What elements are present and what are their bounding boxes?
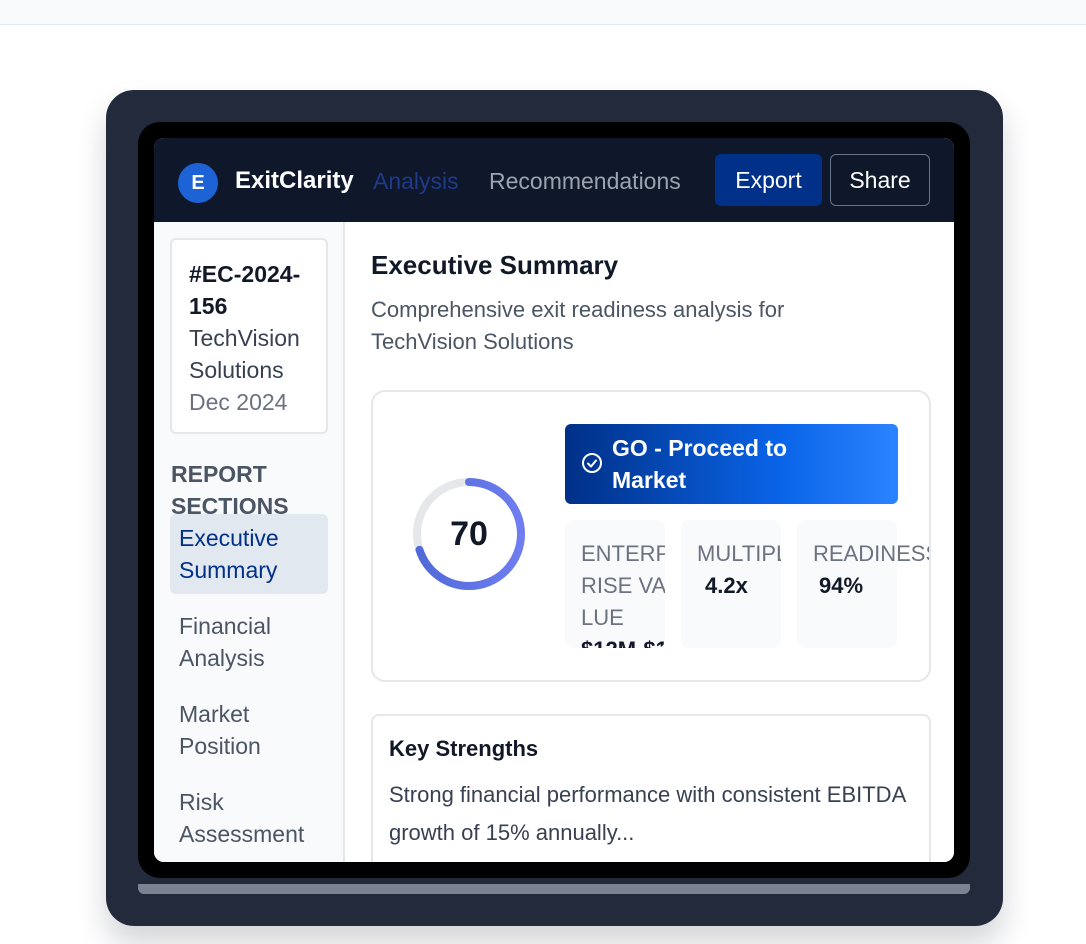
case-date: Dec 2024 bbox=[189, 389, 288, 415]
strengths-title: Key Strengths bbox=[389, 736, 539, 761]
main-content: Executive Summary Comprehensive exit rea… bbox=[347, 222, 954, 862]
laptop-base bbox=[138, 884, 970, 894]
key-strengths-card: Key Strengths Strong financial performan… bbox=[371, 714, 931, 862]
metric-value: $12M-$15M bbox=[581, 634, 665, 648]
metric-label: ENTERPRISE VALUE bbox=[581, 541, 665, 630]
page-subtitle: Comprehensive exit readiness analysis fo… bbox=[371, 297, 785, 354]
nav-link-recommendations[interactable]: Recommendations bbox=[489, 168, 681, 195]
metric-multiple: MULTIPLE 4.2x bbox=[681, 520, 781, 648]
page-title: Executive Summary bbox=[371, 250, 619, 280]
brand-logo[interactable]: E bbox=[178, 163, 218, 203]
report-sidebar: #EC-2024-156 TechVision Solutions Dec 20… bbox=[154, 222, 345, 862]
brand-name[interactable]: ExitClarity bbox=[235, 167, 354, 195]
nav-link-analysis[interactable]: Analysis bbox=[373, 168, 459, 195]
sidebar-section-title: REPORT SECTIONS bbox=[171, 461, 289, 519]
laptop-mockup: E ExitClarity Analysis Recommendations E… bbox=[106, 90, 1003, 926]
check-circle-icon bbox=[582, 453, 602, 473]
metric-enterprise-value: ENTERPRISE VALUE $12M-$15M bbox=[565, 520, 665, 648]
case-id: #EC-2024-156 bbox=[189, 261, 301, 319]
metric-value: 4.2x bbox=[705, 573, 748, 598]
strengths-text: Strong financial performance with consis… bbox=[389, 782, 906, 845]
sidebar-item-financial-analysis[interactable]: Financial Analysis bbox=[170, 602, 328, 682]
score-value: 70 bbox=[450, 514, 488, 553]
export-button[interactable]: Export bbox=[715, 154, 822, 206]
screen-bezel: E ExitClarity Analysis Recommendations E… bbox=[138, 122, 970, 878]
metric-label: READINESS bbox=[813, 541, 931, 566]
app-screen: E ExitClarity Analysis Recommendations E… bbox=[154, 138, 954, 862]
sidebar-item-executive-summary[interactable]: Executive Summary bbox=[170, 514, 328, 594]
browser-top-bar bbox=[0, 0, 1086, 25]
sidebar-item-risk-assessment[interactable]: Risk Assessment bbox=[170, 778, 328, 858]
go-recommendation-badge: GO - Proceed to Market bbox=[565, 424, 898, 504]
recommendation-text: GO - Proceed to Market bbox=[612, 435, 788, 493]
metric-readiness: READINESS 94% bbox=[797, 520, 931, 648]
case-company: TechVision Solutions bbox=[189, 325, 300, 383]
case-info-card: #EC-2024-156 TechVision Solutions Dec 20… bbox=[170, 238, 328, 434]
score-card: 70 GO - Proceed to Market ENTERPRISE VAL… bbox=[371, 390, 931, 682]
metric-value: 94% bbox=[819, 573, 864, 598]
sidebar-item-market-position[interactable]: Market Position bbox=[170, 690, 328, 770]
top-navigation: E ExitClarity Analysis Recommendations E… bbox=[154, 138, 954, 222]
metric-label: MULTIPLE bbox=[697, 541, 781, 566]
share-button[interactable]: Share bbox=[830, 154, 930, 206]
